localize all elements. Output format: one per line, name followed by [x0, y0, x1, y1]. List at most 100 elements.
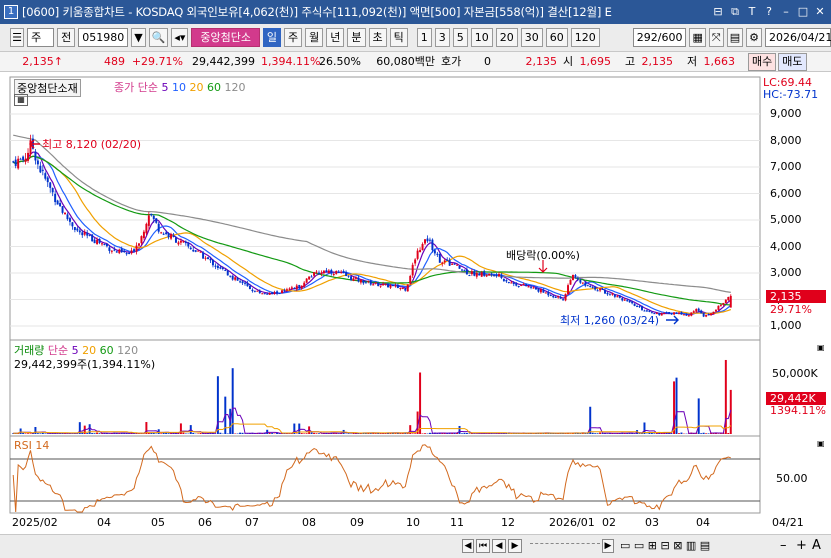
candle-body [113, 249, 116, 251]
minute-10[interactable]: 10 [470, 28, 493, 47]
candle-body [226, 270, 229, 276]
period-second[interactable]: 초 [368, 28, 387, 47]
panel-toggle-rsi[interactable]: ▣ [817, 439, 825, 448]
settings-icon[interactable]: ⚙ [746, 28, 762, 47]
sound-icon[interactable]: ◂▾ [171, 28, 189, 47]
code-dropdown-icon[interactable]: ▼ [131, 28, 146, 47]
candle-body [71, 222, 74, 227]
auto-scale-icon[interactable]: A [812, 538, 821, 553]
candle-body [64, 212, 66, 215]
volume-bar [675, 377, 678, 434]
candle-body [621, 298, 624, 301]
volume-bar [707, 433, 710, 434]
candle-body [505, 280, 508, 282]
candle-body [219, 267, 222, 269]
candle-body [532, 287, 535, 289]
sell-button[interactable]: 매도 [778, 52, 807, 71]
volume-bar [300, 433, 303, 434]
candle-body [500, 274, 503, 279]
zoom-out-icon[interactable]: – [780, 538, 787, 553]
candle-body [453, 263, 456, 265]
minute-1[interactable]: 1 [416, 28, 432, 47]
grid-icon[interactable]: ▦ [689, 28, 706, 47]
candle-body [330, 269, 333, 274]
date-field[interactable]: 2026/04/21 [764, 28, 831, 47]
scroll-first-icon[interactable]: ⏮ [476, 539, 490, 553]
zoom-in-icon[interactable]: + [796, 538, 807, 553]
candle-body [120, 248, 123, 253]
zoom-icon[interactable]: ⤧ [708, 28, 724, 47]
candle-body [525, 284, 528, 287]
candle-body [687, 315, 690, 317]
volume-bar [468, 433, 471, 434]
scroll-prev-icon[interactable]: ◀ [492, 539, 506, 553]
minute-30[interactable]: 30 [520, 28, 543, 47]
stock-name-box[interactable]: 중앙첨단소 [191, 28, 260, 47]
code-input[interactable]: 051980 [78, 28, 129, 47]
prev-button[interactable]: 전 [57, 28, 76, 47]
candle-body [502, 279, 505, 281]
candle-body [727, 297, 730, 301]
scroll-left-icon[interactable]: ◀ [462, 539, 474, 553]
low-annotation: 최저 1,260 (03/24) [560, 314, 660, 327]
candle-body [539, 289, 542, 293]
candle-body [229, 275, 232, 277]
candle-body [618, 295, 621, 298]
scroll-right-icon[interactable]: ▶ [602, 539, 614, 553]
period-week[interactable]: 주 [284, 28, 303, 47]
period-day[interactable]: 일 [262, 28, 282, 47]
volume-bar [192, 432, 195, 434]
candle-body [678, 312, 680, 314]
count-field[interactable]: 292/600 [632, 28, 687, 47]
minute-3[interactable]: 3 [434, 28, 450, 47]
rsi-legend: RSI 14 [14, 439, 50, 452]
link-icon[interactable]: ⊟ [711, 5, 725, 19]
menu-icon[interactable]: ☰ [10, 28, 25, 47]
candle-body [456, 264, 459, 266]
restore-icon[interactable]: ⧉ [728, 5, 742, 19]
candle-body [584, 282, 587, 286]
candle-body [520, 284, 523, 286]
toggle-table-icon[interactable]: ▦ [14, 94, 28, 106]
candle-body [685, 314, 688, 316]
candle-body [325, 270, 328, 273]
minute-60[interactable]: 60 [545, 28, 568, 47]
layout-icon[interactable]: ▭ ▭ ⊞ ⊟ ⊠ ▥ ▤ [620, 539, 710, 552]
buy-button[interactable]: 매수 [748, 52, 777, 71]
minute-20[interactable]: 20 [495, 28, 518, 47]
candle-body [261, 293, 264, 295]
minute-120[interactable]: 120 [570, 28, 600, 47]
candle-body [36, 160, 39, 165]
candle-body [256, 290, 259, 292]
candle-body [431, 239, 434, 251]
candle-body [295, 285, 298, 290]
save-icon[interactable]: ▤ [726, 28, 744, 47]
chart-area[interactable]: 중앙첨단소재 종가 단순 5 10 20 60 120 ▦ LC:69.44 H… [0, 72, 831, 558]
candle-body [517, 285, 520, 287]
pin-icon[interactable]: T [745, 5, 759, 19]
period-tick[interactable]: 틱 [389, 28, 408, 47]
type-select[interactable]: 주 [27, 28, 55, 47]
candle-body [714, 309, 717, 312]
panel-toggle-volume[interactable]: ▣ [817, 343, 825, 352]
candle-body [61, 206, 64, 213]
x-label: 08 [302, 516, 316, 529]
minute-5[interactable]: 5 [452, 28, 468, 47]
low-price: 1,663 [703, 54, 736, 68]
close-icon[interactable]: ✕ [813, 5, 827, 19]
candle-body [76, 228, 79, 231]
minimize-icon[interactable]: – [779, 5, 793, 19]
period-month[interactable]: 월 [305, 28, 324, 47]
help-icon[interactable]: ? [762, 5, 776, 19]
candle-body [224, 269, 227, 271]
search-icon[interactable]: 🔍 [148, 28, 169, 47]
scroll-next-icon[interactable]: ▶ [508, 539, 522, 553]
candle-body [182, 241, 185, 243]
candle-body [594, 286, 597, 290]
maximize-icon[interactable]: □ [796, 5, 810, 19]
high-price: 2,135 [641, 54, 674, 68]
candle-body [145, 223, 148, 234]
period-year[interactable]: 년 [326, 28, 345, 47]
scroll-track[interactable] [530, 543, 600, 549]
period-minute[interactable]: 분 [347, 28, 366, 47]
